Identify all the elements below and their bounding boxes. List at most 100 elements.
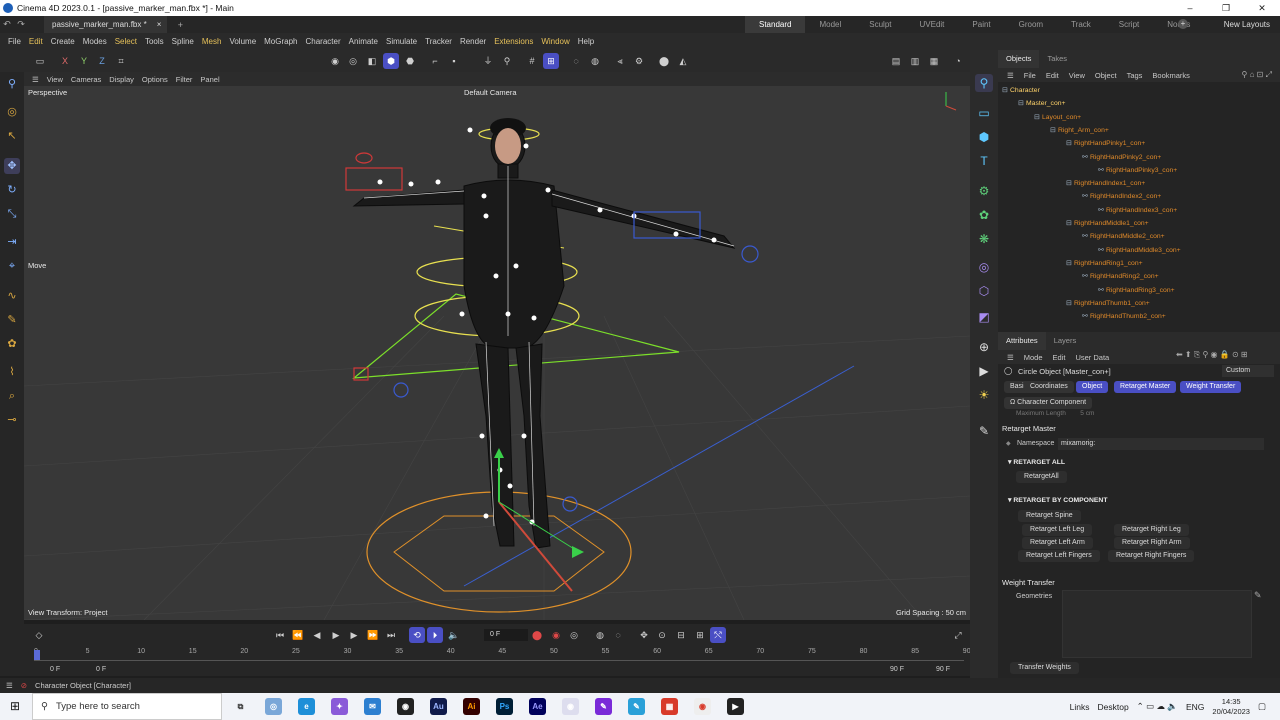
attributes-menu-icon[interactable]: ☰ [1002,353,1019,362]
render-view-icon[interactable]: ⬤ [656,53,672,69]
volume-icon[interactable]: ◎ [975,258,993,276]
previous-frame-icon[interactable]: ◀ [309,627,325,643]
deformer-icon[interactable]: ❋ [975,230,993,248]
control-object-icon[interactable]: ⚯ [1082,310,1090,323]
redo-icon[interactable]: ↷ [14,19,28,30]
viewport-menu-filter[interactable]: Filter [176,75,201,84]
menu-character[interactable]: Character [302,37,345,46]
3d-viewport[interactable]: Perspective Default Camera Move View Tra… [24,86,970,620]
null-object-icon[interactable]: ⚲ [975,74,993,92]
environment-icon[interactable]: ⊕ [975,338,993,356]
key-scale-icon[interactable]: ✥ [636,627,652,643]
tray-language[interactable]: ENG [1186,702,1204,712]
keyframe-icon[interactable]: ◇ [31,627,47,643]
menu-file[interactable]: File [4,37,25,46]
control-object-icon[interactable]: ⚯ [1082,230,1090,243]
axis-x-lock[interactable]: X [57,53,73,69]
control-object-icon[interactable]: ⊟ [1066,297,1074,310]
end-frame-field[interactable]: 90 F [936,666,950,673]
measure-icon[interactable]: ⊸ [4,412,20,428]
key-rotation-icon[interactable]: ◌ [610,627,626,643]
attributes-menu-user-data[interactable]: User Data [1070,353,1114,362]
placement-tool-icon[interactable]: ⌖ [4,258,20,274]
axis-y-lock[interactable]: Y [76,53,92,69]
control-object-icon[interactable]: ⚯ [1082,190,1090,203]
retarget-right-leg-button[interactable]: Retarget Right Leg [1114,524,1189,536]
attributes-menu-mode[interactable]: Mode [1019,353,1048,362]
objects-menu-view[interactable]: View [1064,71,1090,80]
attr-tab-retarget-master[interactable]: Retarget Master [1114,381,1177,393]
keyframe-selection-icon[interactable]: ◎ [566,627,582,643]
menu-help[interactable]: Help [574,37,598,46]
timeline-expand-icon[interactable]: ⤢ [950,627,966,643]
close-button[interactable]: ✕ [1244,0,1280,16]
menu-modes[interactable]: Modes [79,37,111,46]
tab-attributes[interactable]: Attributes [998,332,1046,350]
objects-menu-file[interactable]: File [1019,71,1041,80]
layout-tab-model[interactable]: Model [805,16,855,33]
attributes-menu-edit[interactable]: Edit [1048,353,1071,362]
object-tree-row[interactable]: ⊟ RightHandPinky1_con+ [1066,137,1145,150]
object-tree-row[interactable]: ⚯ RightHandMiddle2_con+ [1082,230,1165,243]
control-object-icon[interactable]: ⊟ [1066,137,1074,150]
edge-icon[interactable]: e [298,698,315,715]
object-tree-row[interactable]: ⊟ Layout_con+ [1034,111,1081,124]
axis-mode-icon[interactable]: ⌐ [427,53,443,69]
object-tree-row[interactable]: ⊟ RightHandThumb1_con+ [1066,297,1150,310]
uv-mode-icon[interactable]: ⬣ [402,53,418,69]
app-icon-3[interactable]: ✦ [331,698,348,715]
preview-start-field[interactable]: 0 F [96,666,106,673]
tag-icon[interactable]: ◩ [975,308,993,326]
clapper-icon[interactable]: ▤ [888,53,904,69]
windows-start-icon[interactable]: ⊞ [10,699,20,713]
tray-links[interactable]: Links [1070,702,1090,712]
object-tree-row[interactable]: ⊟ RightHandRing1_con+ [1066,257,1143,270]
layout-tab-uvedit[interactable]: UVEdit [906,16,959,33]
effector-icon[interactable]: ✿ [975,206,993,224]
cinema4d-taskbar-icon[interactable]: ◉ [562,698,579,715]
layout-tab-standard[interactable]: Standard [745,16,806,33]
add-layout-icon[interactable]: + [1178,19,1188,29]
light-icon[interactable]: ☀ [975,386,993,404]
after-effects-icon[interactable]: Ae [529,698,546,715]
spline-rectangle-icon[interactable]: ▭ [975,104,993,122]
edit-render-settings-icon[interactable]: ▦ [926,53,942,69]
axis-z-lock[interactable]: Z [94,53,110,69]
menu-create[interactable]: Create [47,37,79,46]
search-icon[interactable]: ⚲ [4,76,20,92]
rotate-tool-icon[interactable]: ↻ [4,182,20,198]
object-tree-row[interactable]: ⊟ Right_Arm_con+ [1050,124,1109,137]
app-icon-1[interactable]: ◎ [265,698,282,715]
illustrator-icon[interactable]: Ai [463,698,480,715]
control-object-icon[interactable]: ⚯ [1098,244,1106,257]
control-object-icon[interactable]: ⊟ [1066,257,1074,270]
next-frame-icon[interactable]: ▶ [346,627,362,643]
camera-icon[interactable]: ▶ [975,362,993,380]
viewport-solo-icon[interactable]: ◔ [950,53,966,69]
clock[interactable]: 14:35 20/04/2023 [1212,697,1250,717]
menu-edit[interactable]: Edit [25,37,47,46]
app-icon-14[interactable]: ▶ [727,698,744,715]
undo-icon[interactable]: ↶ [0,19,14,30]
menu-window[interactable]: Window [537,37,573,46]
attributes-nav-icons[interactable]: ⬅ ⬆ ⎘ ⚲ ◉ 🔒 ⊙ ⊞ [1176,350,1248,360]
minimize-button[interactable]: – [1172,0,1208,16]
solo-icon[interactable]: ⚲ [499,53,515,69]
autokey-icon[interactable]: ◉ [548,627,564,643]
menu-mograph[interactable]: MoGraph [260,37,301,46]
photoshop-icon[interactable]: Ps [496,698,513,715]
cloner-icon[interactable]: ⚙ [975,182,993,200]
retarget-left-leg-button[interactable]: Retarget Left Leg [1022,524,1093,536]
objects-menu-object[interactable]: Object [1090,71,1122,80]
render-to-viewer-icon[interactable]: ▥ [907,53,923,69]
objects-menu-edit[interactable]: Edit [1041,71,1064,80]
workplane-icon[interactable]: ◌ [568,53,584,69]
status-menu-icon[interactable]: ☰ [6,681,13,690]
interpolation-icon[interactable]: ⊞ [692,627,708,643]
object-tree-row[interactable]: ⚯ RightHandIndex2_con+ [1082,190,1161,203]
locked-workplane-icon[interactable]: ◍ [587,53,603,69]
geometries-edit-icon[interactable]: ✎ [1254,590,1262,601]
object-tree-row[interactable]: ⊟ RightHandMiddle1_con+ [1066,217,1149,230]
viewport-menu-options[interactable]: Options [142,75,176,84]
key-position-icon[interactable]: ◍ [592,627,608,643]
